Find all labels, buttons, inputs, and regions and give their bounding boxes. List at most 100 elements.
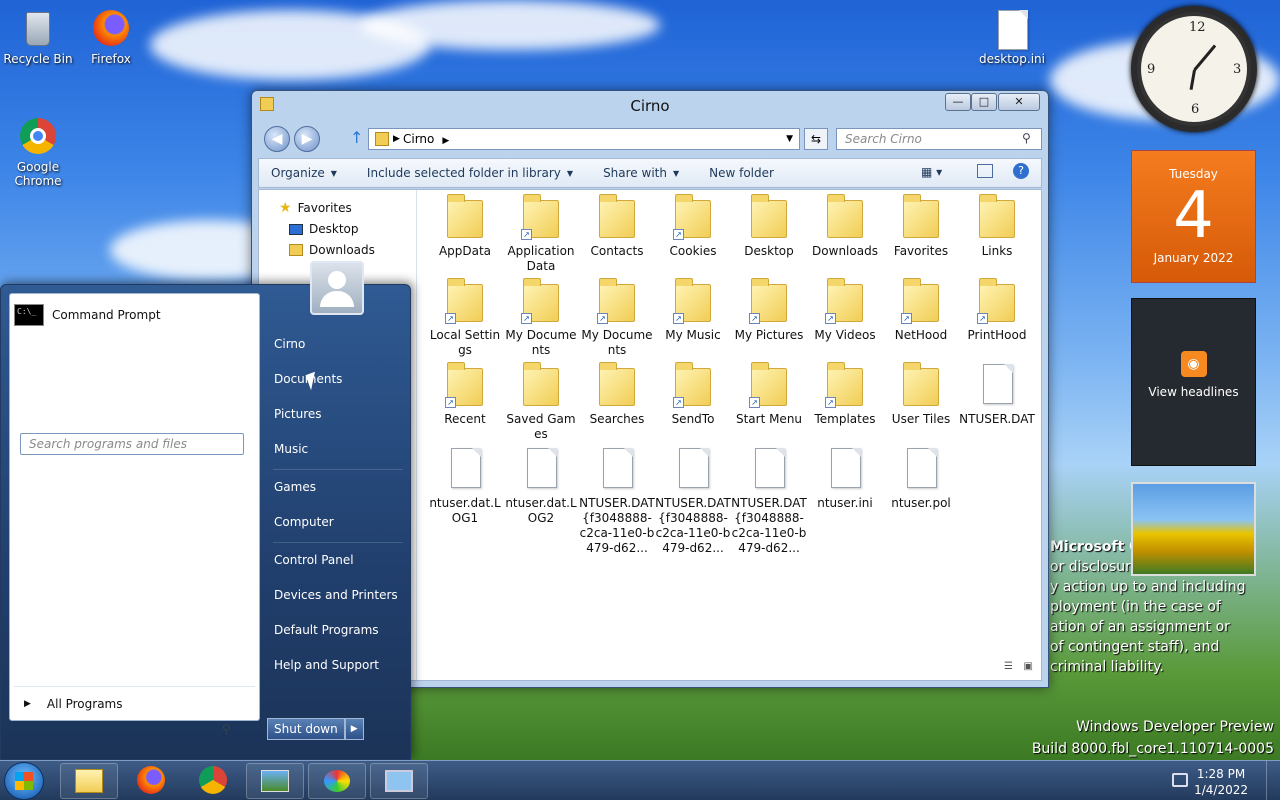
desktop-icon-firefox[interactable]: Firefox (73, 8, 149, 66)
folder-icon: ↗ (823, 362, 867, 408)
start-place-help-and-support[interactable]: Help and Support (274, 658, 379, 672)
desktop-icon-desktop-ini[interactable]: desktop.ini (974, 8, 1050, 66)
desktop-icon-chrome[interactable]: Google Chrome (0, 116, 76, 188)
file-item[interactable]: ↗ NetHood (883, 278, 959, 343)
file-item[interactable]: ↗ SendTo (655, 362, 731, 427)
file-item[interactable]: Favorites (883, 194, 959, 259)
refresh-button[interactable]: ⇆ (804, 128, 828, 150)
nav-desktop[interactable]: Desktop (289, 222, 359, 236)
file-item[interactable]: NTUSER.DAT (959, 362, 1035, 427)
file-item[interactable]: ntuser.pol (883, 446, 959, 511)
taskbar-photo-viewer[interactable] (246, 763, 304, 799)
taskbar-explorer[interactable] (60, 763, 118, 799)
file-item[interactable]: ↗ Recent (427, 362, 503, 427)
start-place-control-panel[interactable]: Control Panel (274, 553, 354, 567)
maximize-button[interactable]: □ (971, 93, 997, 111)
file-item[interactable]: ↗ Local Settings (427, 278, 503, 358)
file-item[interactable]: NTUSER.DAT{f3048888-c2ca-11e0-b479-d62..… (731, 446, 807, 556)
taskbar-chrome[interactable] (184, 763, 242, 799)
file-item[interactable]: Searches (579, 362, 655, 427)
view-options-icon[interactable]: ▦ ▾ (921, 165, 942, 179)
file-item[interactable]: ↗ Templates (807, 362, 883, 427)
taskbar-remote-desktop[interactable] (370, 763, 428, 799)
new-folder-button[interactable]: New folder (709, 166, 774, 180)
file-item[interactable]: ↗ PrintHood (959, 278, 1035, 343)
start-place-games[interactable]: Games (274, 480, 316, 494)
start-place-computer[interactable]: Computer (274, 515, 334, 529)
file-item[interactable]: AppData (427, 194, 503, 259)
file-item[interactable]: ↗ Cookies (655, 194, 731, 259)
back-button[interactable]: ◀ (264, 126, 290, 152)
wallpaper-line: of contingent staff), and (1050, 639, 1220, 655)
file-item[interactable]: ↗ My Pictures (731, 278, 807, 343)
show-desktop-button[interactable] (1266, 761, 1280, 800)
folder-icon: ↗ (671, 194, 715, 240)
file-item[interactable]: ntuser.ini (807, 446, 883, 511)
file-label: My Videos (814, 328, 876, 342)
new-folder-label: New folder (709, 166, 774, 180)
feed-headlines-gadget[interactable]: ◉ View headlines (1131, 298, 1256, 466)
user-avatar[interactable] (310, 261, 364, 315)
file-item[interactable]: ntuser.dat.LOG1 (427, 446, 503, 526)
slideshow-gadget[interactable] (1131, 482, 1256, 576)
start-place-cirno[interactable]: Cirno (274, 337, 305, 351)
breadcrumb-cirno[interactable]: Cirno (403, 132, 434, 146)
window-titlebar[interactable]: Cirno — □ ✕ (252, 91, 1048, 121)
file-item[interactable]: ↗ My Music (655, 278, 731, 343)
file-item[interactable]: Contacts (579, 194, 655, 259)
clock-gadget[interactable]: 12 3 6 9 (1131, 6, 1257, 132)
organize-button[interactable]: Organize ▼ (271, 166, 337, 180)
file-item[interactable]: NTUSER.DAT{f3048888-c2ca-11e0-b479-d62..… (655, 446, 731, 556)
shutdown-button[interactable]: Shut down (267, 718, 345, 740)
organize-label: Organize (271, 166, 325, 180)
address-bar[interactable]: ▶ Cirno ▶ ▼ (368, 128, 800, 150)
start-search-input[interactable]: Search programs and files (20, 433, 244, 455)
large-icons-view-icon[interactable]: ▣ (1024, 661, 1033, 672)
minimize-button[interactable]: — (945, 93, 971, 111)
close-button[interactable]: ✕ (998, 93, 1040, 111)
file-item[interactable]: User Tiles (883, 362, 959, 427)
search-input[interactable]: Search Cirno (836, 128, 1042, 150)
preview-pane-icon[interactable] (977, 164, 993, 178)
dropdown-arrow-icon[interactable]: ▼ (786, 129, 793, 149)
file-item[interactable]: Downloads (807, 194, 883, 259)
all-programs-button[interactable]: ▶ All Programs (14, 686, 255, 720)
nav-downloads[interactable]: Downloads (289, 243, 375, 257)
start-place-devices-and-printers[interactable]: Devices and Printers (274, 588, 398, 602)
include-in-library-button[interactable]: Include selected folder in library ▼ (367, 166, 573, 180)
file-item[interactable]: Desktop (731, 194, 807, 259)
watermark-line: Windows Developer Preview (1076, 719, 1274, 735)
file-item[interactable]: ↗ Application Data (503, 194, 579, 274)
build-watermark: Windows Developer Preview Build 8000.fbl… (1032, 716, 1274, 760)
share-with-button[interactable]: Share with ▼ (603, 166, 679, 180)
file-item[interactable]: ↗ Start Menu (731, 362, 807, 427)
file-item[interactable]: Links (959, 194, 1035, 259)
up-arrow-icon[interactable]: ↑ (350, 128, 363, 147)
shutdown-options-button[interactable]: ▶ (344, 718, 364, 740)
recent-program-command-prompt[interactable]: C:\_ Command Prompt (14, 304, 161, 326)
file-item[interactable]: Saved Games (503, 362, 579, 442)
details-view-icon[interactable]: ☰ (1004, 661, 1013, 672)
desktop-icon-label: Firefox (91, 52, 131, 66)
file-label: ntuser.pol (891, 496, 951, 510)
file-item[interactable]: ↗ My Documents (579, 278, 655, 358)
file-item[interactable]: ntuser.dat.LOG2 (503, 446, 579, 526)
file-label: User Tiles (891, 412, 951, 426)
desktop-icon-recycle-bin[interactable]: Recycle Bin (0, 8, 76, 66)
shortcut-arrow-icon: ↗ (445, 397, 456, 408)
help-icon[interactable]: ? (1013, 163, 1029, 179)
start-place-pictures[interactable]: Pictures (274, 407, 322, 421)
start-place-music[interactable]: Music (274, 442, 308, 456)
taskbar-clock[interactable]: 1:28 PM 1/4/2022 (1194, 766, 1248, 798)
nav-favorites[interactable]: ★ Favorites (279, 200, 352, 216)
taskbar-firefox[interactable] (122, 763, 180, 799)
file-item[interactable]: NTUSER.DAT{f3048888-c2ca-11e0-b479-d62..… (579, 446, 655, 556)
taskbar-paint[interactable] (308, 763, 366, 799)
file-item[interactable]: ↗ My Documents (503, 278, 579, 358)
start-place-default-programs[interactable]: Default Programs (274, 623, 379, 637)
forward-button[interactable]: ▶ (294, 126, 320, 152)
calendar-gadget[interactable]: Tuesday 4 January 2022 (1131, 150, 1256, 283)
network-icon[interactable] (1172, 773, 1188, 787)
file-item[interactable]: ↗ My Videos (807, 278, 883, 343)
start-button[interactable] (4, 762, 44, 800)
